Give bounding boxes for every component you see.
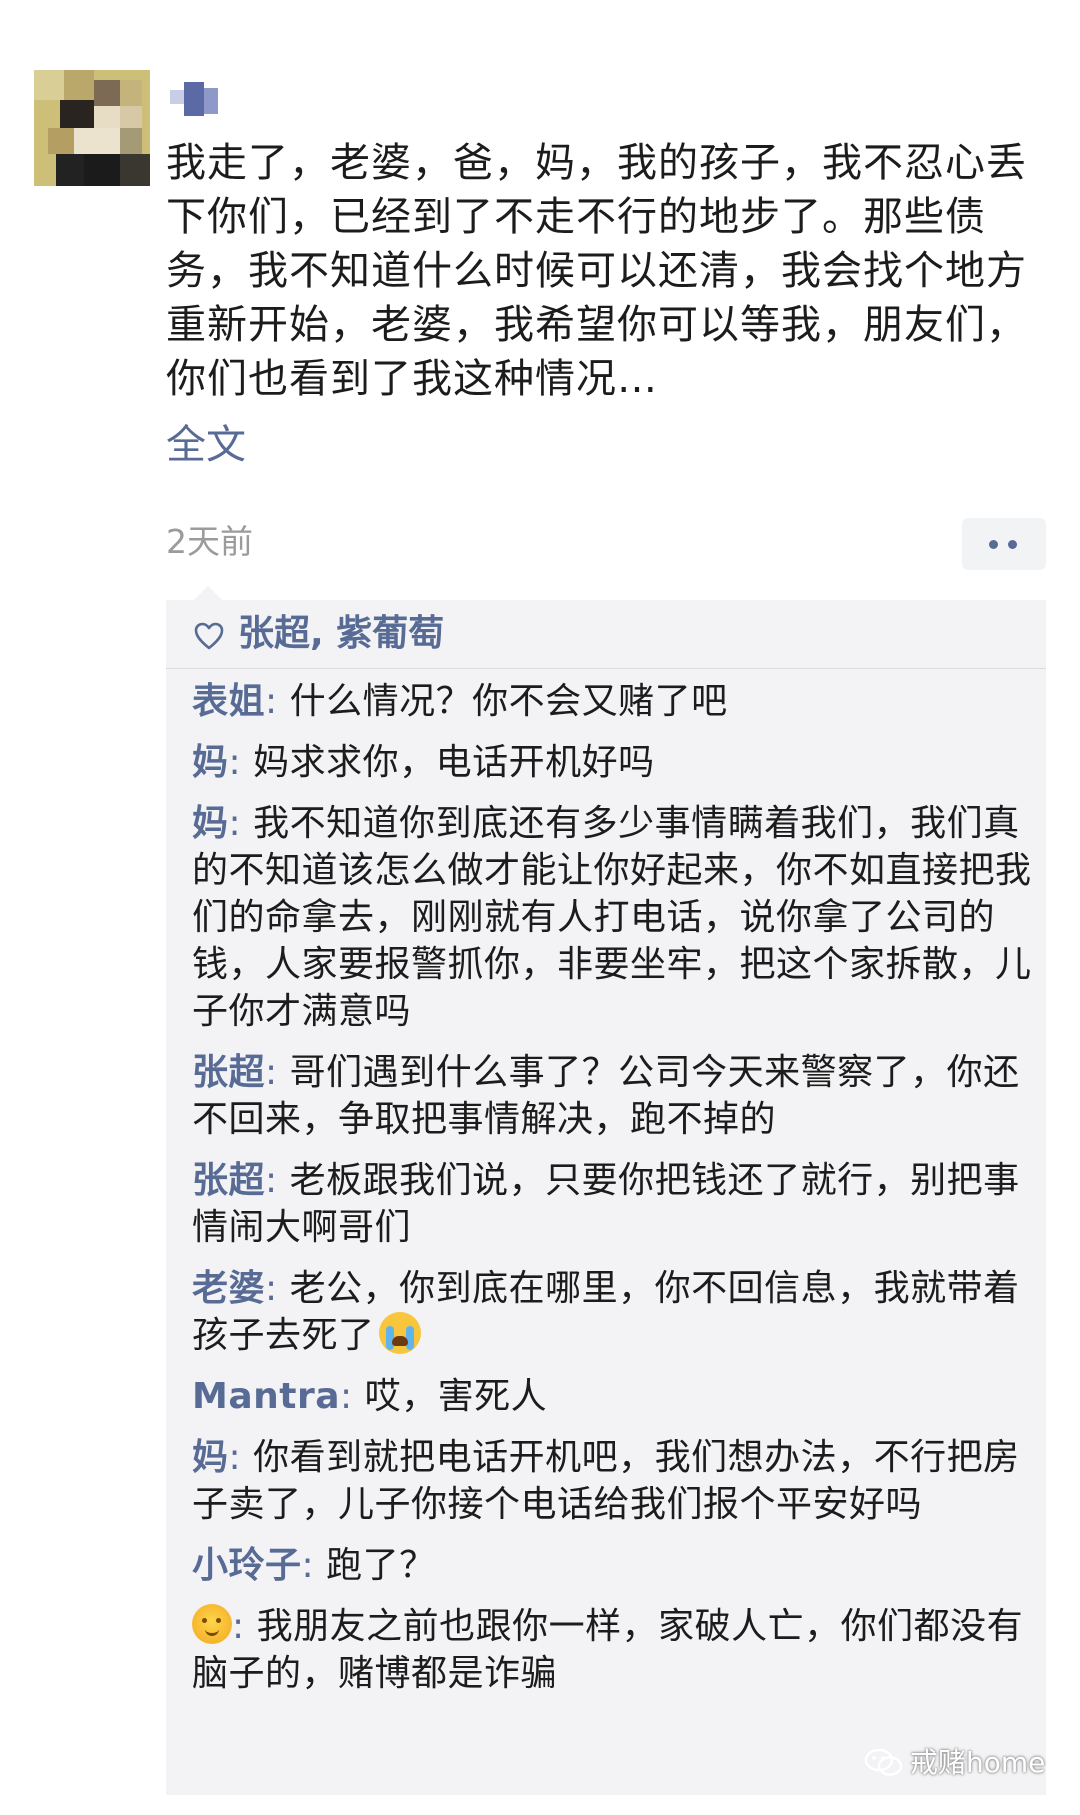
comment-item[interactable]: 妈: 我不知道你到底还有多少事情瞒着我们，我们真的不知道该怎么做才能让你好起来，…: [192, 800, 1032, 1035]
loudly-crying-emoji: [378, 1312, 421, 1354]
comment-text: 我不知道你到底还有多少事情瞒着我们，我们真的不知道该怎么做才能让你好起来，你不如…: [192, 803, 1032, 1032]
interaction-box: 张超, 紫葡萄 表姐: 什么情况？你不会又赌了吧 妈: 妈求求你，电话开机好吗 …: [166, 586, 1046, 1795]
comment-colon: :: [265, 1052, 290, 1093]
comment-item[interactable]: 妈: 妈求求你，电话开机好吗: [192, 739, 1032, 786]
comment-author[interactable]: 妈: [192, 1437, 229, 1478]
watermark: 戒赌home: [864, 1745, 1045, 1781]
comment-text: 跑了？: [326, 1545, 436, 1586]
comment-author[interactable]: 妈: [192, 803, 229, 844]
comment-author[interactable]: 张超: [192, 1160, 265, 1201]
comment-colon: :: [228, 1437, 254, 1478]
post-text: 我走了，老婆，爸，妈，我的孩子，我不忍心丢下你们，已经到了不走不行的地步了。那些…: [166, 140, 1027, 402]
wechat-icon: [864, 1748, 903, 1776]
comment-author[interactable]: 表姐: [192, 681, 265, 722]
comment-colon: :: [265, 681, 290, 722]
comment-colon: :: [340, 1376, 365, 1417]
comment-item[interactable]: 表姐: 什么情况？你不会又赌了吧: [192, 678, 1032, 725]
comment-text: 老公，你到底在哪里，你不回信息，我就带着孩子去死了: [192, 1268, 1020, 1356]
comment-item[interactable]: 张超: 老板跟我们说，只要你把钱还了就行，别把事情闹大啊哥们: [192, 1157, 1032, 1251]
comment-colon: :: [232, 1606, 257, 1647]
post-timestamp: 2天前: [166, 522, 253, 561]
comment-item[interactable]: 小玲子: 跑了？: [192, 1542, 1032, 1589]
comment-author[interactable]: 老婆: [192, 1268, 265, 1309]
comment-text: 哎，害死人: [364, 1376, 548, 1417]
likers-list[interactable]: 张超, 紫葡萄: [238, 610, 444, 658]
comment-colon: :: [228, 803, 254, 844]
username-mosaic[interactable]: [170, 82, 218, 116]
sun-emoji-avatar[interactable]: [192, 1604, 232, 1644]
comment-author[interactable]: 小玲子: [192, 1545, 302, 1586]
heart-icon: [194, 622, 224, 650]
likes-row: 张超, 紫葡萄: [166, 600, 1046, 669]
comment-list: 表姐: 什么情况？你不会又赌了吧 妈: 妈求求你，电话开机好吗 妈: 我不知道你…: [192, 678, 1032, 1711]
watermark-text: 戒赌home: [910, 1746, 1046, 1779]
comment-author[interactable]: Mantra: [192, 1376, 340, 1417]
more-icon: [989, 540, 998, 549]
avatar[interactable]: [34, 70, 150, 186]
comment-text: 我朋友之前也跟你一样，家破人亡，你们都没有脑子的，赌博都是诈骗: [192, 1606, 1024, 1694]
more-icon-dot: [1008, 540, 1017, 549]
comment-text: 哥们遇到什么事了？公司今天来警察了，你还不回来，争取把事情解决，跑不掉的: [192, 1052, 1020, 1140]
comment-colon: :: [228, 742, 254, 783]
comment-colon: :: [265, 1160, 290, 1201]
comment-author[interactable]: 张超: [192, 1052, 265, 1093]
comment-item[interactable]: Mantra: 哎，害死人: [192, 1373, 1032, 1420]
comment-item[interactable]: 老婆: 老公，你到底在哪里，你不回信息，我就带着孩子去死了: [192, 1265, 1032, 1359]
comment-text: 妈求求你，电话开机好吗: [253, 742, 655, 783]
more-button[interactable]: [962, 518, 1046, 570]
comment-item[interactable]: : 我朋友之前也跟你一样，家破人亡，你们都没有脑子的，赌博都是诈骗: [192, 1603, 1032, 1697]
comment-text: 你看到就把电话开机吧，我们想办法，不行把房子卖了，儿子你接个电话给我们报个平安好…: [192, 1437, 1020, 1525]
comment-text: 什么情况？你不会又赌了吧: [289, 681, 728, 722]
comment-item[interactable]: 张超: 哥们遇到什么事了？公司今天来警察了，你还不回来，争取把事情解决，跑不掉的: [192, 1049, 1032, 1143]
comment-item[interactable]: 妈: 你看到就把电话开机吧，我们想办法，不行把房子卖了，儿子你接个电话给我们报个…: [192, 1434, 1032, 1528]
comment-colon: :: [301, 1545, 327, 1586]
comment-colon: :: [265, 1268, 290, 1309]
comment-author[interactable]: 妈: [192, 742, 229, 783]
full-text-link[interactable]: 全文: [166, 418, 246, 472]
comment-text: 老板跟我们说，只要你把钱还了就行，别把事情闹大啊哥们: [192, 1160, 1020, 1248]
